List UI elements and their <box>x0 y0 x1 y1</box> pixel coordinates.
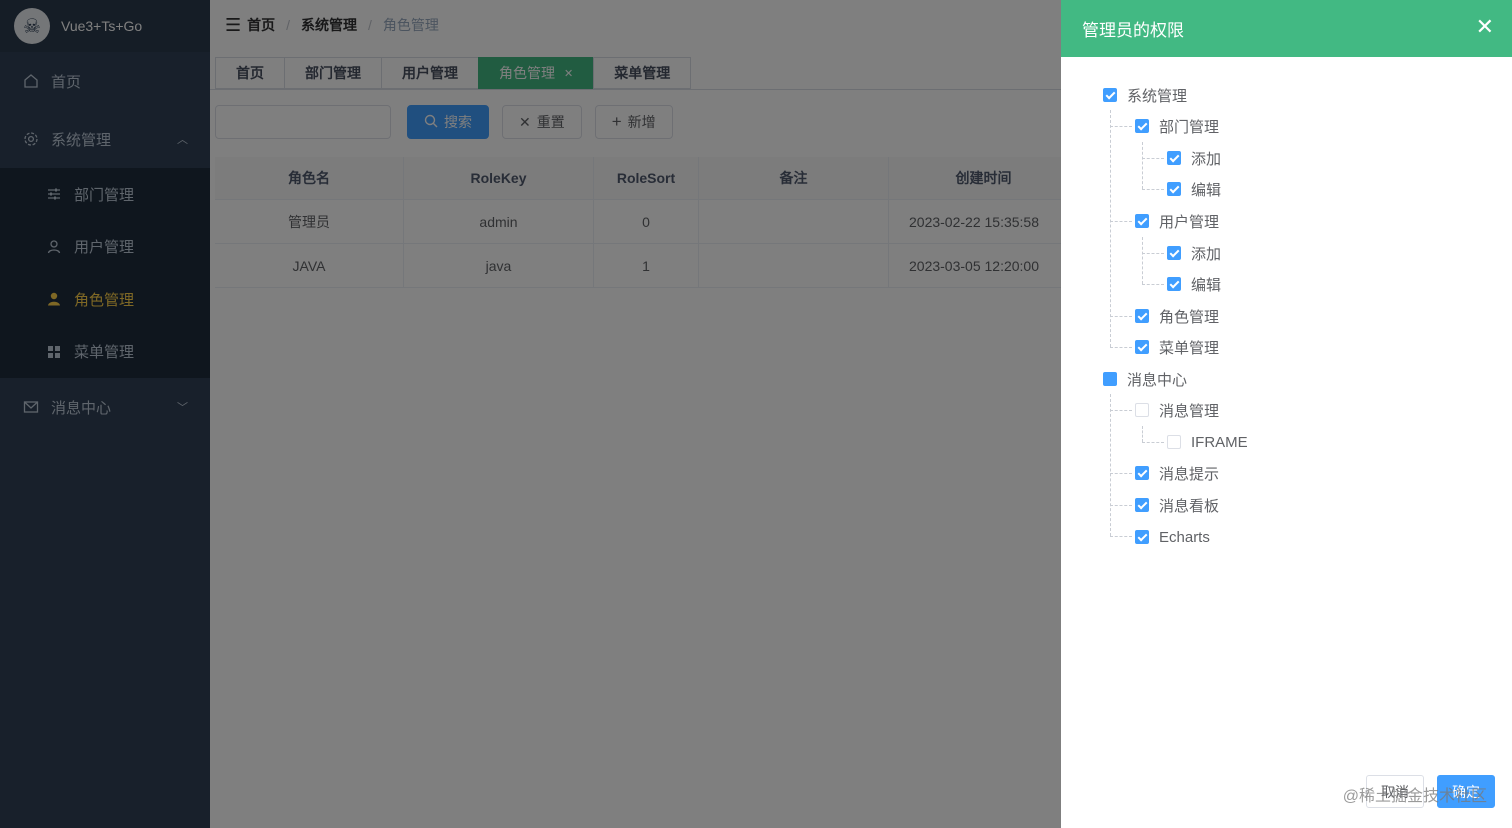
tree-node-label: 编辑 <box>1191 276 1222 294</box>
tree-connector <box>1142 442 1164 443</box>
tree-node[interactable]: 角色管理 <box>1135 300 1219 332</box>
checkbox[interactable] <box>1135 403 1149 417</box>
checkbox[interactable] <box>1135 466 1149 480</box>
checkbox[interactable] <box>1135 119 1149 133</box>
tree-node-label: IFRAME <box>1191 433 1248 451</box>
tree-node-label: 编辑 <box>1191 181 1222 199</box>
tree-connector <box>1142 284 1164 285</box>
tree-node[interactable]: 编辑 <box>1167 173 1221 205</box>
tree-connector <box>1142 158 1164 159</box>
checkbox[interactable] <box>1135 340 1149 354</box>
tree-node-label: 消息中心 <box>1127 371 1188 389</box>
tree-node-label: 消息提示 <box>1159 465 1220 483</box>
checkbox[interactable] <box>1167 277 1181 291</box>
tree-node-label: 部门管理 <box>1159 118 1220 136</box>
drawer-header: 管理员的权限 ✕ <box>1061 0 1512 57</box>
tree-node-label: 用户管理 <box>1159 213 1220 231</box>
checkbox[interactable] <box>1167 182 1181 196</box>
tree-connector <box>1110 316 1132 317</box>
tree-connector <box>1110 394 1111 536</box>
tree-connector <box>1142 426 1143 442</box>
tree-node-label: 系统管理 <box>1127 87 1188 105</box>
tree-node-label: 消息看板 <box>1159 497 1220 515</box>
drawer-overlay[interactable] <box>0 0 1061 828</box>
tree-node[interactable]: 消息看板 <box>1135 489 1219 521</box>
checkbox[interactable] <box>1135 309 1149 323</box>
tree-connector <box>1110 410 1132 411</box>
tree-node-label: 添加 <box>1191 245 1222 263</box>
checkbox[interactable] <box>1135 498 1149 512</box>
confirm-button[interactable]: 确定 <box>1437 775 1495 808</box>
tree-connector <box>1142 189 1164 190</box>
tree-connector <box>1142 253 1164 254</box>
tree-node-label: 添加 <box>1191 150 1222 168</box>
tree-node[interactable]: Echarts <box>1135 521 1210 553</box>
checkbox[interactable] <box>1167 246 1181 260</box>
checkbox[interactable] <box>1167 435 1181 449</box>
tree-connector <box>1110 221 1132 222</box>
checkbox[interactable] <box>1167 151 1181 165</box>
tree-node[interactable]: 菜单管理 <box>1135 331 1219 363</box>
drawer-footer: 取消 确定 <box>1353 775 1495 808</box>
tree-connector <box>1110 505 1132 506</box>
tree-node[interactable]: IFRAME <box>1167 426 1248 458</box>
tree-connector <box>1110 473 1132 474</box>
tree-connector <box>1142 142 1143 189</box>
close-icon[interactable]: ✕ <box>1476 16 1494 38</box>
permissions-drawer: 管理员的权限 ✕ 系统管理 部门管理 添加 编辑 用户管理 添加 编辑 角色管理… <box>1061 0 1512 828</box>
tree-node[interactable]: 消息管理 <box>1135 394 1219 426</box>
tree-node[interactable]: 添加 <box>1167 237 1221 269</box>
tree-connector <box>1110 126 1132 127</box>
tree-node[interactable]: 部门管理 <box>1135 110 1219 142</box>
tree-node-label: 菜单管理 <box>1159 339 1220 357</box>
checkbox-indeterminate[interactable] <box>1103 372 1117 386</box>
tree-node[interactable]: 添加 <box>1167 142 1221 174</box>
checkbox[interactable] <box>1135 530 1149 544</box>
tree-node[interactable]: 消息提示 <box>1135 457 1219 489</box>
tree-node-label: 角色管理 <box>1159 308 1220 326</box>
tree-node[interactable]: 编辑 <box>1167 268 1221 300</box>
tree-node[interactable]: 系统管理 <box>1103 79 1187 111</box>
tree-connector <box>1110 536 1132 537</box>
cancel-button[interactable]: 取消 <box>1366 775 1424 808</box>
drawer-title: 管理员的权限 <box>1082 21 1184 40</box>
tree-node-label: 消息管理 <box>1159 402 1220 420</box>
tree-connector <box>1142 237 1143 284</box>
tree-node-label: Echarts <box>1159 528 1210 546</box>
checkbox[interactable] <box>1135 214 1149 228</box>
checkbox[interactable] <box>1103 88 1117 102</box>
tree-connector <box>1110 347 1132 348</box>
tree-node[interactable]: 消息中心 <box>1103 363 1187 395</box>
tree-connector <box>1110 110 1111 347</box>
tree-node[interactable]: 用户管理 <box>1135 205 1219 237</box>
